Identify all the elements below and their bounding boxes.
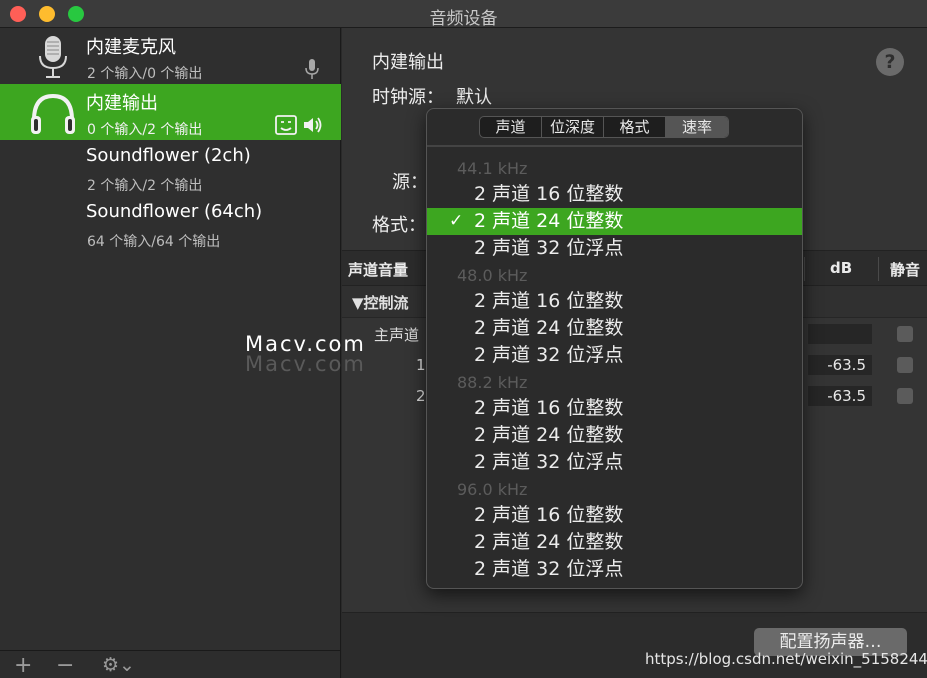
- format-option-label: 2 声道 32 位浮点: [474, 344, 624, 366]
- device-item-soundflower-2ch[interactable]: Soundflower (2ch) 2 个输入/2 个输出: [0, 140, 341, 196]
- format-option[interactable]: 2 声道 16 位整数: [427, 395, 802, 422]
- finder-icon: [275, 115, 297, 135]
- add-device-button[interactable]: +: [14, 653, 32, 678]
- clock-source-row: 时钟源： 默认: [372, 83, 492, 109]
- device-io-count: 0 个输入/2 个输出: [87, 122, 203, 138]
- format-option-label: 2 声道 16 位整数: [474, 290, 624, 312]
- format-option[interactable]: 2 声道 24 位整数: [427, 529, 802, 556]
- device-name: 内建输出: [86, 93, 158, 114]
- format-option[interactable]: 2 声道 16 位整数: [427, 288, 802, 315]
- format-option-label: 2 声道 16 位整数: [474, 183, 624, 205]
- source-label: 源：: [392, 172, 428, 193]
- microphone-icon: [39, 36, 67, 78]
- format-option[interactable]: 2 声道 16 位整数: [427, 502, 802, 529]
- format-option-label: 2 声道 32 位浮点: [474, 237, 624, 259]
- device-name: Soundflower (2ch): [86, 145, 251, 166]
- rate-header-44k: 44.1 kHz: [457, 159, 528, 178]
- mute-checkbox-1[interactable]: [897, 357, 913, 373]
- format-option-label: 2 声道 24 位整数: [474, 531, 624, 553]
- format-option-selected[interactable]: ✓ 2 声道 24 位整数: [427, 208, 802, 235]
- watermark-reflection: Macv.com: [245, 352, 366, 376]
- device-title: 内建输出: [372, 52, 444, 73]
- headphones-icon: [31, 93, 75, 134]
- stream-group-label: ▼控制流: [352, 294, 409, 312]
- channel-label-2: 2: [416, 387, 426, 405]
- clock-source-value[interactable]: 默认: [456, 87, 492, 108]
- format-option[interactable]: 2 声道 32 位浮点: [427, 556, 802, 583]
- rate-header-96k: 96.0 kHz: [457, 480, 528, 499]
- column-divider: [878, 257, 879, 281]
- format-option-label: 2 声道 32 位浮点: [474, 451, 624, 473]
- format-popup-menu: 声道 位深度 格式 速率 44.1 kHz 2 声道 16 位整数 ✓ 2 声道 …: [426, 108, 803, 589]
- format-option[interactable]: 2 声道 24 位整数: [427, 422, 802, 449]
- detail-footer: 配置扬声器…: [342, 612, 927, 678]
- format-option-label: 2 声道 24 位整数: [474, 317, 624, 339]
- device-item-builtin-microphone[interactable]: 内建麦克风 2 个输入/0 个输出: [0, 28, 341, 84]
- device-item-soundflower-64ch[interactable]: Soundflower (64ch) 64 个输入/64 个输出: [0, 196, 341, 252]
- input-mic-icon: [305, 59, 319, 79]
- device-io-count: 64 个输入/64 个输出: [87, 234, 221, 250]
- mute-checkbox-2[interactable]: [897, 388, 913, 404]
- device-io-count: 2 个输入/0 个输出: [87, 66, 203, 82]
- db-value-1: -63.5: [808, 355, 872, 375]
- channel-label-master: 主声道: [374, 326, 420, 344]
- rate-header-48k: 48.0 kHz: [457, 266, 528, 285]
- clock-source-label: 时钟源：: [372, 87, 444, 108]
- format-option[interactable]: 2 声道 16 位整数: [427, 181, 802, 208]
- db-value-2: -63.5: [808, 386, 872, 406]
- format-option[interactable]: 2 声道 24 位整数: [427, 315, 802, 342]
- format-option-label: 2 声道 24 位整数: [474, 210, 624, 232]
- tab-rate[interactable]: 速率: [666, 117, 728, 137]
- mute-checkbox-master[interactable]: [897, 326, 913, 342]
- device-name: Soundflower (64ch): [86, 201, 263, 222]
- title-bar: 音频设备: [0, 0, 927, 29]
- remove-device-button[interactable]: −: [56, 653, 74, 678]
- db-value-master: [808, 324, 872, 344]
- sidebar-toolbar: + − ⚙︎⌄: [0, 650, 341, 678]
- format-option[interactable]: 2 声道 32 位浮点: [427, 449, 802, 476]
- tab-bit-depth[interactable]: 位深度: [542, 117, 604, 137]
- menu-divider: [427, 145, 802, 147]
- device-name: 内建麦克风: [86, 37, 176, 58]
- mute-header: 静音: [890, 261, 921, 279]
- channel-label-1: 1: [416, 356, 426, 374]
- format-option-label: 2 声道 16 位整数: [474, 397, 624, 419]
- device-item-builtin-output[interactable]: 内建输出 0 个输入/2 个输出: [0, 84, 341, 140]
- speaker-icon: [304, 117, 322, 133]
- format-option-label: 2 声道 24 位整数: [474, 424, 624, 446]
- source-url-watermark: https://blog.csdn.net/weixin_51582445: [645, 650, 927, 668]
- help-button[interactable]: ?: [876, 48, 904, 76]
- checkmark-icon: ✓: [449, 211, 464, 231]
- window-title: 音频设备: [429, 9, 498, 29]
- device-io-count: 2 个输入/2 个输出: [87, 178, 203, 194]
- filter-segmented-control: 声道 位深度 格式 速率: [479, 116, 729, 138]
- gear-icon[interactable]: ⚙︎⌄: [102, 654, 135, 676]
- format-option[interactable]: 2 声道 32 位浮点: [427, 342, 802, 369]
- format-option-label: 2 声道 16 位整数: [474, 504, 624, 526]
- format-label: 格式：: [372, 215, 426, 236]
- format-option-label: 2 声道 32 位浮点: [474, 558, 624, 580]
- column-divider: [804, 257, 805, 281]
- channel-volume-header: 声道音量: [348, 261, 409, 279]
- rate-header-88k: 88.2 kHz: [457, 373, 528, 392]
- db-header: dB: [830, 259, 853, 277]
- tab-channels[interactable]: 声道: [480, 117, 542, 137]
- format-option[interactable]: 2 声道 32 位浮点: [427, 235, 802, 262]
- tab-format[interactable]: 格式: [604, 117, 666, 137]
